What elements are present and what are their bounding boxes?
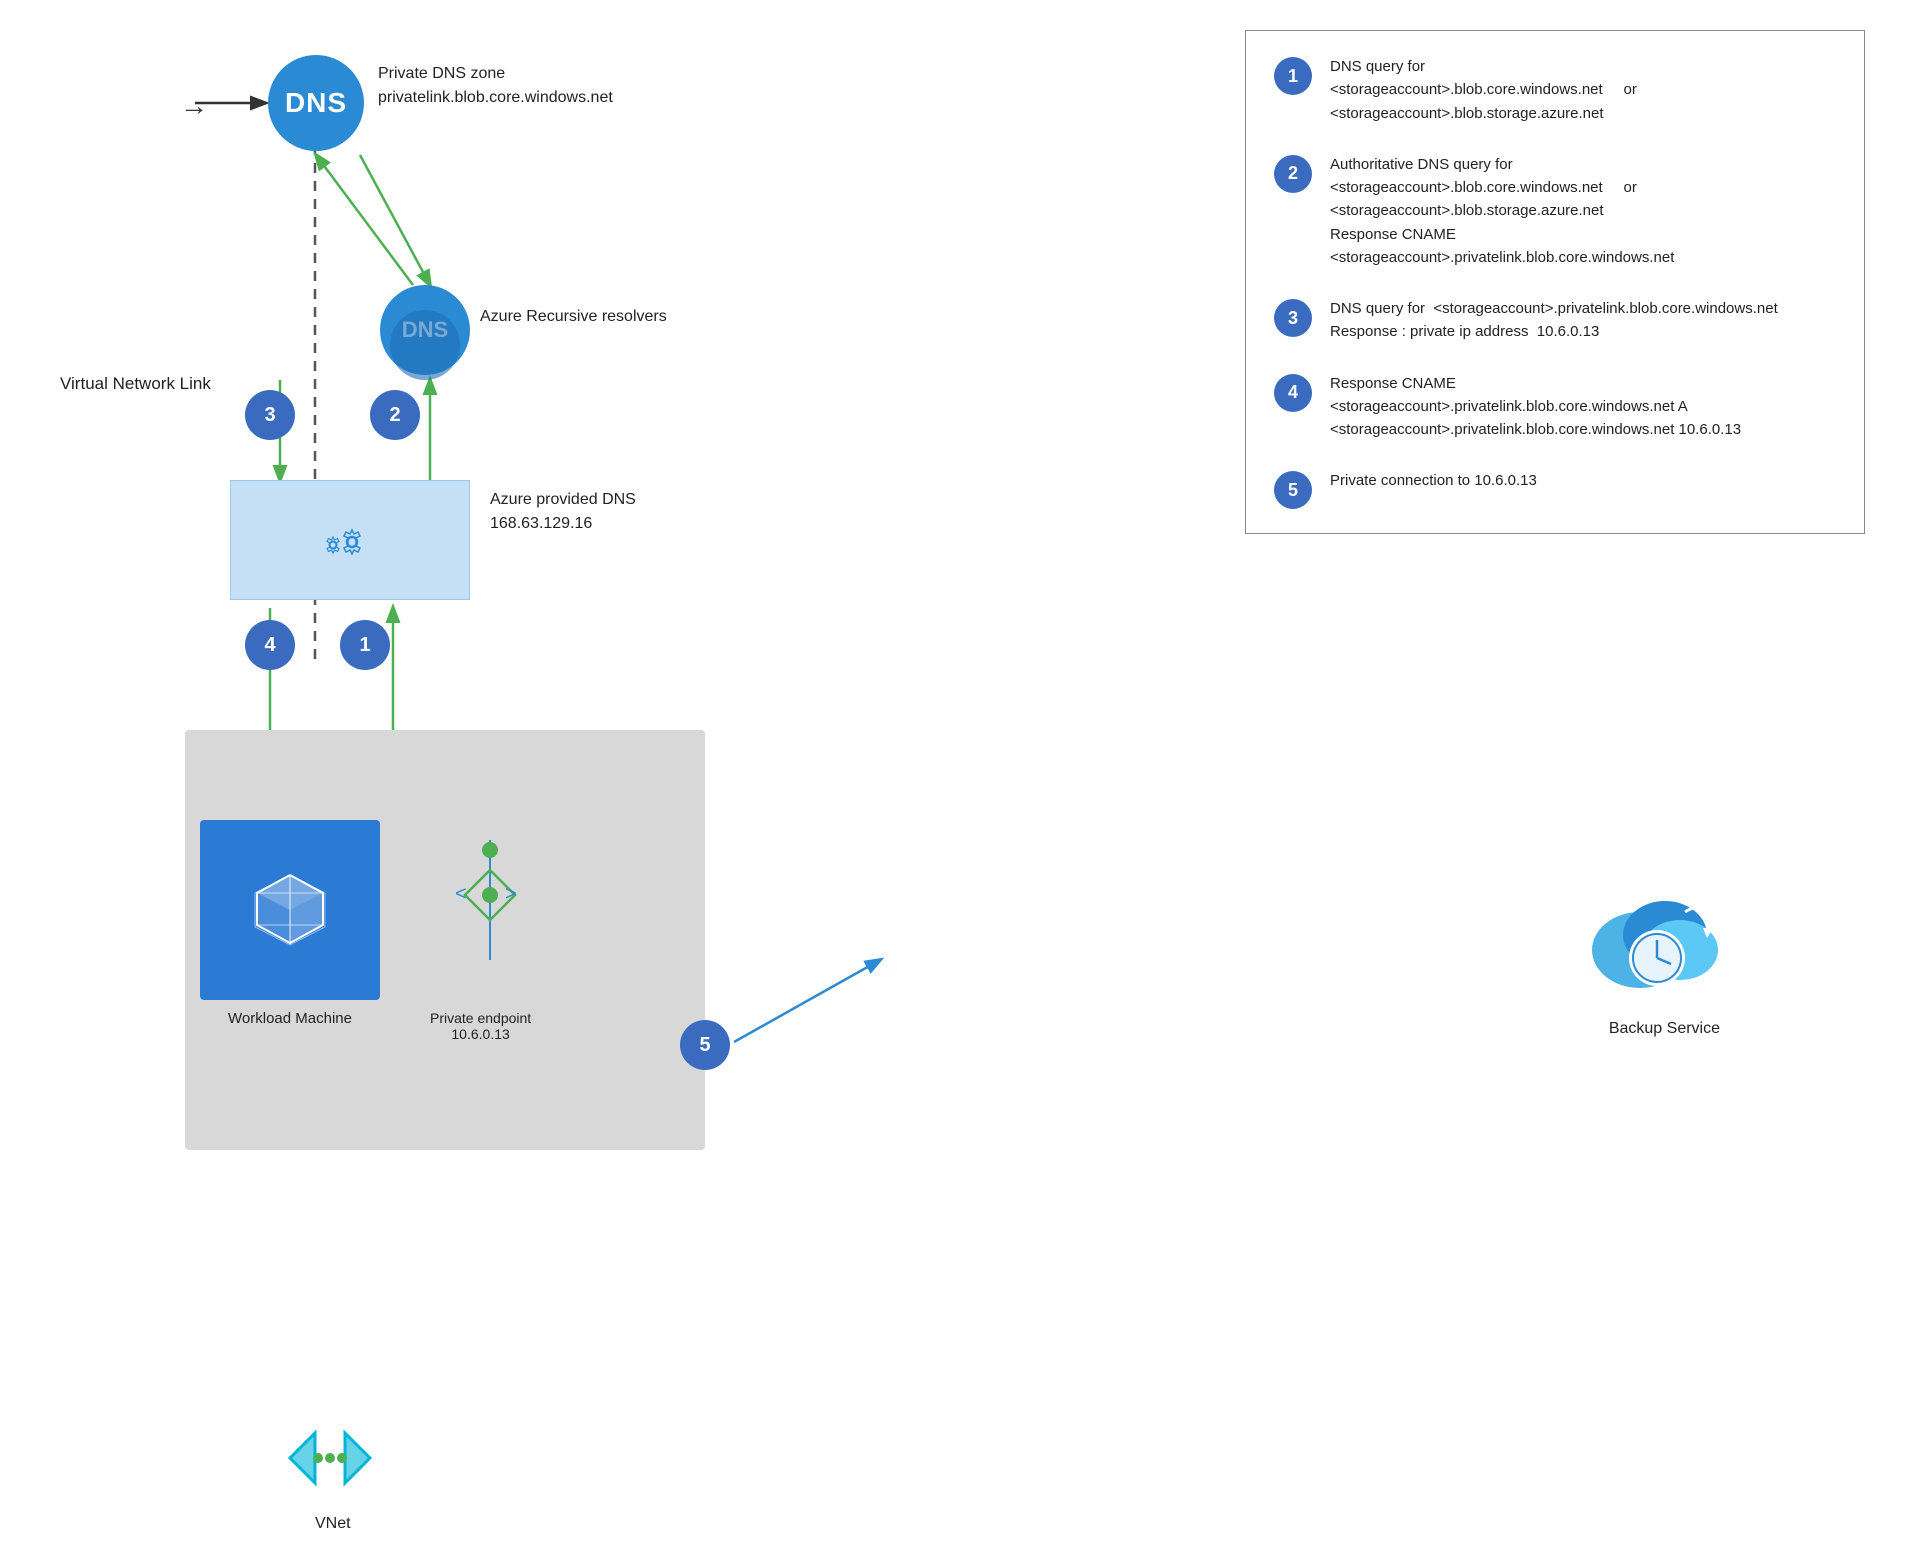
backup-service-label: Backup Service [1609, 1020, 1720, 1038]
arrow-to-dns-icon: → [180, 90, 208, 122]
step3-diagram: 3 [245, 390, 295, 440]
info-row-3: 3 DNS query for <storageaccount>.private… [1274, 297, 1836, 344]
step-5-text: Private connection to 10.6.0.13 [1330, 469, 1537, 492]
step2-diagram: 2 [370, 390, 420, 440]
info-row-5: 5 Private connection to 10.6.0.13 [1274, 469, 1836, 509]
gear-icon [318, 508, 382, 572]
info-row-1: 1 DNS query for <storageaccount>.blob.co… [1274, 55, 1836, 125]
private-endpoint-icon: < > [450, 840, 530, 965]
diagram-container: 1 DNS query for <storageaccount>.blob.co… [0, 0, 1925, 1543]
dns-zone-circle: DNS [268, 55, 364, 151]
svg-text:>: > [505, 883, 517, 905]
step-circle-5: 5 [1274, 471, 1312, 509]
dns-recursive-label: Azure Recursive resolvers [480, 308, 667, 326]
step4-diagram: 4 [245, 620, 295, 670]
dns-icon: DNS [285, 87, 347, 119]
svg-text:<: < [455, 883, 467, 905]
workload-machine-label: Workload Machine [195, 1010, 385, 1027]
info-row-4: 4 Response CNAME <storageaccount>.privat… [1274, 372, 1836, 442]
step-circle-2: 2 [1274, 155, 1312, 193]
dns-zone-label: Private DNS zone privatelink.blob.core.w… [378, 62, 613, 110]
step-4-text: Response CNAME <storageaccount>.privatel… [1330, 372, 1741, 442]
step-2-text: Authoritative DNS query for <storageacco… [1330, 153, 1674, 269]
step-1-text: DNS query for <storageaccount>.blob.core… [1330, 55, 1637, 125]
step1-diagram: 1 [340, 620, 390, 670]
info-panel: 1 DNS query for <storageaccount>.blob.co… [1245, 30, 1865, 534]
backup-service-icon [1585, 870, 1725, 1015]
step5-diagram: 5 [680, 1020, 730, 1070]
step-circle-3: 3 [1274, 299, 1312, 337]
step-circle-1: 1 [1274, 57, 1312, 95]
info-row-2: 2 Authoritative DNS query for <storageac… [1274, 153, 1836, 269]
vnet-icon [280, 1418, 380, 1503]
private-endpoint-label: Private endpoint 10.6.0.13 [430, 1010, 531, 1042]
step-circle-4: 4 [1274, 374, 1312, 412]
azure-dns-box [230, 480, 470, 600]
dns-globe-overlay [390, 310, 460, 380]
vnet-link-label: Virtual Network Link [60, 374, 211, 394]
vnet-label: VNet [315, 1515, 351, 1533]
step-3-text: DNS query for <storageaccount>.privateli… [1330, 297, 1778, 344]
cube-icon [245, 865, 335, 955]
azure-dns-box-label: Azure provided DNS 168.63.129.16 [490, 488, 636, 536]
workload-machine-box [200, 820, 380, 1000]
